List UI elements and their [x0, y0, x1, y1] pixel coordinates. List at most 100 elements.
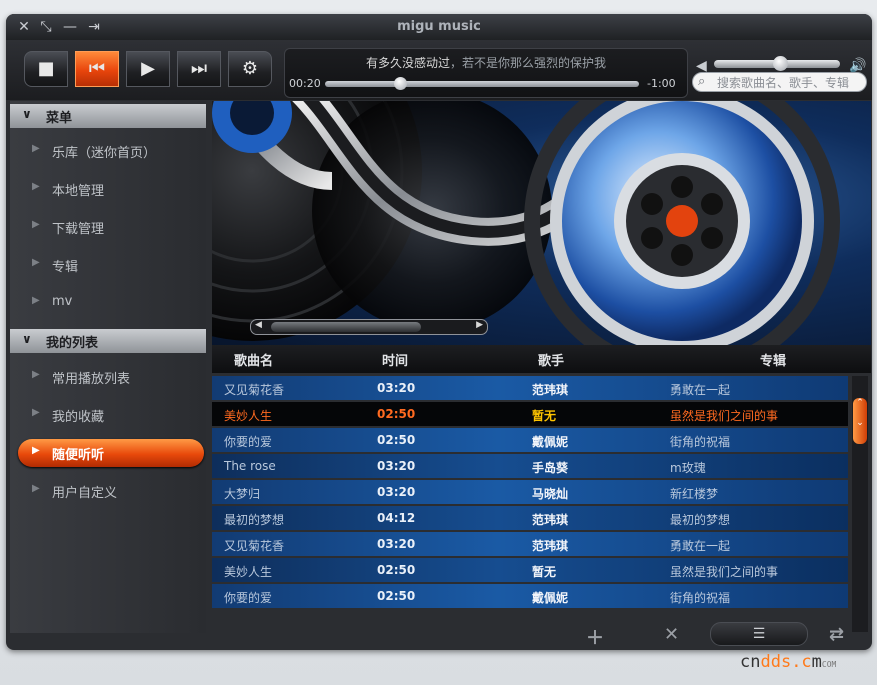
- table-row[interactable]: 大梦归 03:20 马晓灿 新红楼梦: [212, 480, 848, 504]
- cell-artist: 马晓灿: [532, 487, 569, 501]
- cell-title: The rose: [224, 459, 276, 473]
- sidebar-item-custom[interactable]: ▶ 用户自定义: [10, 472, 206, 510]
- chevron-down-icon: ∨: [22, 107, 32, 121]
- sidebar-item-label: 专辑: [52, 260, 79, 275]
- art-scrollbar[interactable]: ◀ ▶: [250, 319, 488, 335]
- table-row[interactable]: 最初的梦想 04:12 范玮琪 最初的梦想: [212, 506, 848, 530]
- sidebar-item-albums[interactable]: ▶ 专辑: [10, 246, 206, 284]
- add-icon[interactable]: ＋: [586, 624, 604, 650]
- sidebar-item-random-listen[interactable]: ▶ 随便听听: [10, 434, 206, 472]
- watermark-part: dds.c: [760, 652, 812, 672]
- my-lists-section-title: 我的列表: [46, 336, 99, 351]
- app-title: migu music: [397, 19, 481, 34]
- column-album[interactable]: 专辑: [760, 350, 786, 369]
- sidebar-item-music-library[interactable]: ▶ 乐库（迷你首页）: [10, 132, 206, 170]
- volume-slider[interactable]: [714, 56, 840, 71]
- search-icon[interactable]: ⌕: [698, 74, 705, 89]
- progress-bar[interactable]: [325, 77, 639, 90]
- sidebar-item-label: mv: [52, 294, 73, 309]
- arrow-icon: ▶: [32, 295, 40, 306]
- scroll-thumb[interactable]: [271, 322, 421, 332]
- list-icon: ☰: [752, 626, 766, 642]
- arrow-icon: ▶: [32, 445, 40, 456]
- scroll-thumb[interactable]: ⌃ ⌄: [853, 398, 867, 444]
- control-bar: ■ ⏮ ▶ ⏭ ⚙ 有多久没感动过，若不是你那么强烈的保护我 00:20 -1:…: [6, 40, 872, 100]
- settings-button[interactable]: ⚙: [228, 51, 272, 87]
- delete-icon[interactable]: ✕: [664, 624, 679, 645]
- arrow-icon: ▶: [32, 407, 40, 418]
- cell-time: 04:12: [377, 511, 416, 525]
- menu-section-header[interactable]: ∨ 菜单: [10, 104, 206, 128]
- table-row[interactable]: 又见菊花香 03:20 范玮琪 勇敢在一起: [212, 376, 848, 400]
- column-artist[interactable]: 歌手: [538, 350, 564, 369]
- table-row[interactable]: 又见菊花香 03:20 范玮琪 勇敢在一起: [212, 532, 848, 556]
- cell-artist: 手岛葵: [532, 461, 569, 475]
- sidebar-item-label: 随便听听: [52, 448, 105, 463]
- watermark-part: cn: [740, 652, 761, 672]
- sidebar-item-local[interactable]: ▶ 本地管理: [10, 170, 206, 208]
- vinyl-disc-artwork: [212, 101, 840, 345]
- volume-knob[interactable]: [772, 56, 788, 71]
- column-title[interactable]: 歌曲名: [234, 350, 273, 369]
- watermark-sup: COM: [821, 660, 837, 669]
- sidebar-item-label: 我的收藏: [52, 410, 105, 425]
- table-row[interactable]: 美妙人生 02:50 暂无 虽然是我们之间的事: [212, 558, 848, 582]
- title-bar: ✕ ⤡ — ⇥ migu music: [6, 14, 872, 40]
- sidebar-item-label: 本地管理: [52, 184, 105, 199]
- repeat-icon[interactable]: ⇄: [829, 624, 844, 645]
- cell-artist: 范玮琪: [532, 513, 569, 527]
- sidebar: ∨ 菜单 ▶ 乐库（迷你首页） ▶ 本地管理 ▶ 下载管理 ▶ 专辑 ▶ mv ∨ 我的列…: [10, 101, 206, 633]
- play-icon: ▶: [141, 58, 155, 79]
- cell-artist: 暂无: [532, 409, 557, 423]
- cell-album: 新红楼梦: [670, 487, 719, 501]
- sidebar-item-downloads[interactable]: ▶ 下载管理: [10, 208, 206, 246]
- table-row[interactable]: 美妙人生 02:50 暂无 虽然是我们之间的事: [212, 402, 848, 426]
- cell-title: 又见菊花香: [224, 383, 285, 397]
- cell-album: 虽然是我们之间的事: [670, 565, 779, 579]
- next-button[interactable]: ⏭: [177, 51, 221, 87]
- album-art-banner: ◀ ▶: [212, 101, 871, 345]
- cell-artist: 戴佩妮: [532, 591, 569, 605]
- play-button[interactable]: ▶: [126, 51, 170, 87]
- cell-artist: 戴佩妮: [532, 435, 569, 449]
- column-time[interactable]: 时间: [382, 350, 408, 369]
- gear-icon: ⚙: [241, 58, 259, 79]
- cell-time: 03:20: [377, 537, 416, 551]
- previous-button[interactable]: ⏮: [75, 51, 119, 87]
- sidebar-item-label: 常用播放列表: [52, 372, 131, 387]
- watermark-logo: cndds.cmCOM: [740, 652, 836, 672]
- stop-button[interactable]: ■: [24, 51, 68, 87]
- sidebar-item-favorites[interactable]: ▶ 我的收藏: [10, 396, 206, 434]
- table-row[interactable]: The rose 03:20 手岛葵 m玫瑰: [212, 454, 848, 478]
- cell-album: 虽然是我们之间的事: [670, 409, 779, 423]
- footer-bar: ＋ ✕ ☰ ⇄: [6, 618, 872, 650]
- scroll-right-icon[interactable]: ▶: [476, 320, 483, 330]
- cell-time: 02:50: [377, 433, 416, 447]
- watermark-part: m: [811, 652, 822, 672]
- chevron-down-icon: ∨: [22, 332, 32, 346]
- scroll-left-icon[interactable]: ◀: [255, 320, 262, 330]
- search-input[interactable]: 搜索歌曲名、歌手、专辑: [692, 72, 867, 92]
- my-lists-section-header[interactable]: ∨ 我的列表: [10, 329, 206, 353]
- table-row[interactable]: 你要的爱 02:50 戴佩妮 街角的祝福: [212, 428, 848, 452]
- cell-artist: 暂无: [532, 565, 557, 579]
- song-table-scrollbar[interactable]: ⌃ ⌄: [852, 376, 868, 632]
- sidebar-item-common-playlist[interactable]: ▶ 常用播放列表: [10, 358, 206, 396]
- now-playing-title: 有多久没感动过，若不是你那么强烈的保护我: [285, 54, 687, 71]
- now-playing-lyric: ，若不是你那么强烈的保护我: [450, 56, 607, 70]
- cell-time: 02:50: [377, 563, 416, 577]
- progress-knob[interactable]: [394, 77, 408, 90]
- cell-album: m玫瑰: [670, 461, 706, 475]
- playlist-button[interactable]: ☰: [710, 622, 808, 646]
- cell-time: 02:50: [377, 407, 416, 421]
- cell-title: 又见菊花香: [224, 539, 285, 553]
- elapsed-time: 00:20: [289, 77, 321, 90]
- cell-title: 最初的梦想: [224, 513, 285, 527]
- sidebar-item-mv[interactable]: ▶ mv: [10, 284, 206, 322]
- sidebar-item-label: 下载管理: [52, 222, 105, 237]
- cell-time: 03:20: [377, 485, 416, 499]
- cell-album: 勇敢在一起: [670, 539, 731, 553]
- table-row[interactable]: 你要的爱 02:50 戴佩妮 街角的祝福: [212, 584, 848, 608]
- arrow-icon: ▶: [32, 143, 40, 154]
- selection-highlight: [18, 439, 204, 467]
